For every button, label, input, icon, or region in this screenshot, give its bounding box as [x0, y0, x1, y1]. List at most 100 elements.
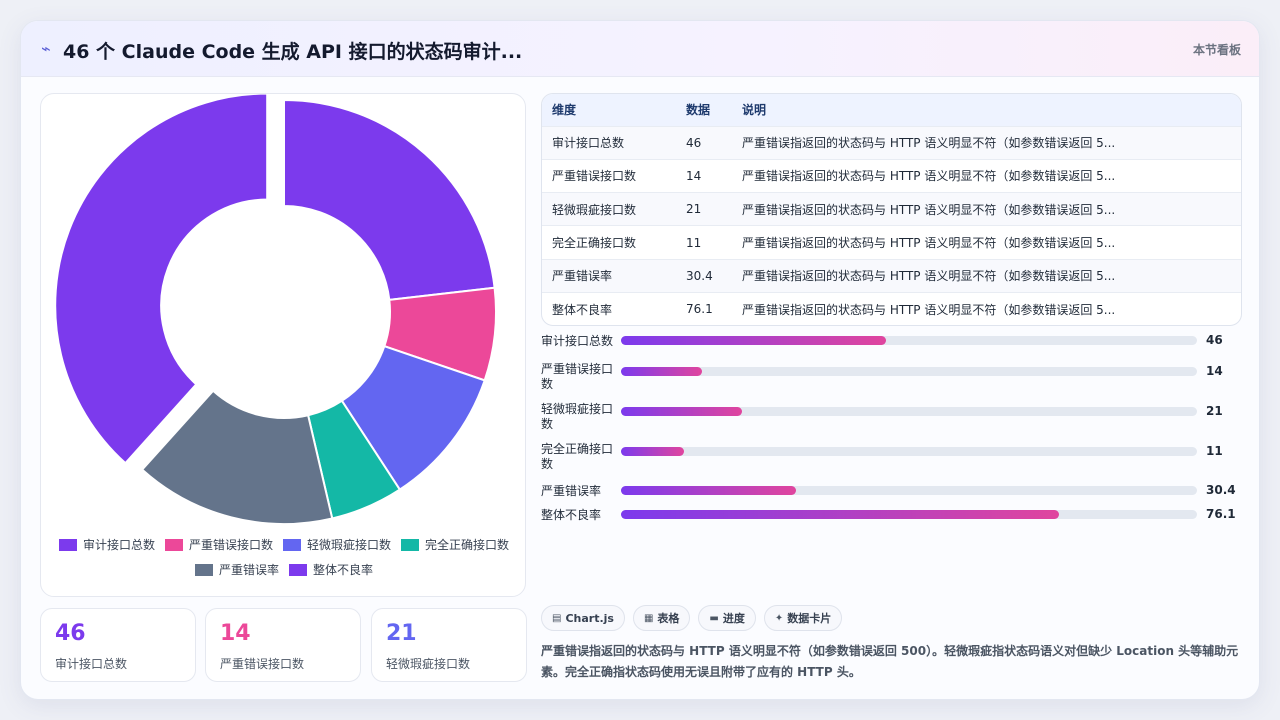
progress-fill [621, 447, 685, 456]
legend-swatch [283, 538, 301, 551]
stat-label: 轻微瑕疵接口数 [386, 657, 471, 671]
legend-swatch [58, 538, 77, 551]
board-link[interactable]: 本节看板 [1193, 41, 1241, 58]
chip-label: 进度 [722, 612, 745, 625]
progress-fill [621, 407, 742, 416]
chip-icon: ▬ [709, 612, 719, 624]
table-cell: 严重错误指返回的状态码与 HTTP 语义明显不符（如参数错误返回 5... [732, 291, 1241, 325]
table-cell: 严重错误指返回的状态码与 HTTP 语义明显不符（如参数错误返回 5... [732, 192, 1241, 226]
stat-value: 21 [386, 621, 417, 646]
progress-label: 严重错误率 [541, 484, 602, 498]
table-cell: 严重错误指返回的状态码与 HTTP 语义明显不符（如参数错误返回 5... [732, 125, 1241, 160]
progress-label: 整体不良率 [541, 508, 602, 522]
legend-item[interactable]: 完全正确接口数 [401, 536, 509, 553]
chip-label: 数据卡片 [787, 612, 832, 625]
progress-track [621, 510, 1197, 519]
progress-track [621, 407, 1197, 416]
progress-fill [621, 336, 886, 345]
stat-card-severe: 14 严重错误接口数 [205, 608, 361, 682]
stat-value: 46 [55, 621, 86, 646]
chip-icon: ▤ [552, 612, 562, 624]
chip-2[interactable]: ▬ 进度 [698, 605, 756, 631]
progress-track [621, 447, 1197, 456]
chip-0[interactable]: ▤ Chart.js [541, 605, 625, 631]
progress-value: 30.4 [1206, 483, 1236, 497]
table-cell: 严重错误指返回的状态码与 HTTP 语义明显不符（如参数错误返回 5... [732, 225, 1241, 260]
table-cell: 整体不良率 [542, 291, 676, 325]
chip-3[interactable]: ✦ 数据卡片 [763, 605, 843, 631]
table-header-cell: 维度 [542, 94, 676, 126]
progress-track [621, 486, 1197, 495]
table-cell: 轻微瑕疵接口数 [542, 192, 676, 226]
progress-value: 76.1 [1206, 507, 1236, 521]
legend-label: 审计接口总数 [82, 538, 155, 552]
legend-label: 整体不良率 [313, 563, 374, 577]
table-cell: 严重错误接口数 [542, 158, 676, 193]
table-cell: 完全正确接口数 [542, 225, 676, 260]
donut-chart [54, 94, 497, 525]
chip-label: 表格 [657, 612, 680, 625]
sparkle-icon: ⌁ [41, 39, 51, 58]
legend-item[interactable]: 整体不良率 [289, 561, 373, 578]
data-table-panel: 维度 数据 说明 审计接口总数 46 严重错误指返回的状态码与 HTTP 语义明显不… [541, 93, 1242, 326]
table-cell: 11 [676, 225, 732, 260]
legend-swatch [164, 538, 183, 551]
chip-icon: ✦ [774, 612, 784, 624]
dashboard-card: ⌁ 46 个 Claude Code 生成 API 接口的状态码审计... 本节… [20, 20, 1260, 700]
table-cell: 76.1 [676, 291, 732, 325]
table-cell: 严重错误率 [542, 258, 676, 293]
table-cell: 21 [676, 192, 732, 226]
table-row: 严重错误率 30.4 严重错误指返回的状态码与 HTTP 语义明显不符（如参数错误返… [542, 258, 1241, 293]
stat-card-minor: 21 轻微瑕疵接口数 [371, 608, 527, 682]
table-row: 审计接口总数 46 严重错误指返回的状态码与 HTTP 语义明显不符（如参数错误返回… [542, 125, 1241, 160]
table-header-cell: 数据 [676, 94, 732, 126]
footnote: 严重错误指返回的状态码与 HTTP 语义明显不符（如参数错误返回 500）。轻微… [541, 644, 1239, 679]
progress-label: 审计接口总数 [541, 334, 614, 348]
legend-item[interactable]: 审计接口总数 [58, 536, 155, 553]
legend-swatch [401, 538, 420, 551]
legend-label: 严重错误接口数 [188, 538, 273, 552]
table-cell: 严重错误指返回的状态码与 HTTP 语义明显不符（如参数错误返回 5... [732, 158, 1241, 193]
data-table: 维度 数据 说明 审计接口总数 46 严重错误指返回的状态码与 HTTP 语义明显不… [542, 94, 1241, 325]
progress-value: 21 [1206, 404, 1223, 418]
chip-1[interactable]: ▦ 表格 [632, 605, 691, 631]
legend-label: 完全正确接口数 [425, 538, 510, 552]
progress-label: 完全正确接口数 [541, 442, 614, 471]
table-body: 审计接口总数 46 严重错误指返回的状态码与 HTTP 语义明显不符（如参数错误返回… [542, 125, 1241, 325]
progress-value: 14 [1206, 364, 1223, 378]
legend-label: 轻微瑕疵接口数 [307, 538, 392, 552]
table-cell: 严重错误指返回的状态码与 HTTP 语义明显不符（如参数错误返回 5... [732, 258, 1241, 293]
table-cell: 30.4 [676, 258, 732, 293]
chip-label: Chart.js [565, 611, 614, 625]
table-cell: 审计接口总数 [542, 125, 676, 160]
progress-value: 11 [1206, 444, 1223, 458]
stat-card-total: 46 审计接口总数 [40, 608, 196, 682]
progress-fill [621, 486, 797, 495]
table-row: 完全正确接口数 11 严重错误指返回的状态码与 HTTP 语义明显不符（如参数错误返… [542, 225, 1241, 260]
page-title: 46 个 Claude Code 生成 API 接口的状态码审计... [63, 41, 523, 63]
legend-item[interactable]: 严重错误率 [194, 561, 279, 578]
table-header-cell: 说明 [732, 94, 1241, 126]
progress-track [621, 367, 1197, 376]
table-row: 整体不良率 76.1 严重错误指返回的状态码与 HTTP 语义明显不符（如参数错误返… [542, 291, 1241, 325]
legend-item[interactable]: 严重错误接口数 [164, 536, 273, 553]
table-header-row: 维度 数据 说明 [542, 94, 1241, 126]
chip-icon: ▦ [643, 612, 654, 624]
legend-item[interactable]: 轻微瑕疵接口数 [283, 536, 391, 553]
table-row: 严重错误接口数 14 严重错误指返回的状态码与 HTTP 语义明显不符（如参数错误返… [542, 158, 1241, 193]
progress-fill [621, 367, 702, 376]
donut-chart-panel: 审计接口总数 严重错误接口数 轻微瑕疵接口数 完全正确接口数严重错误率 整体不良率 [40, 93, 526, 597]
progress-value: 46 [1206, 333, 1223, 347]
donut-slice[interactable] [283, 98, 496, 301]
legend-swatch [194, 563, 213, 576]
progress-track [621, 336, 1197, 345]
progress-fill [621, 510, 1060, 519]
progress-label: 轻微瑕疵接口数 [541, 402, 614, 431]
stat-label: 严重错误接口数 [220, 657, 305, 671]
table-cell: 46 [676, 125, 732, 160]
progress-bars: 审计接口总数 46 严重错误接口数 14 轻微瑕疵接口数 21 完全正确接口数 11 严重错误率… [541, 333, 1242, 534]
stat-label: 审计接口总数 [55, 657, 128, 671]
table-cell: 14 [676, 158, 732, 193]
table-row: 轻微瑕疵接口数 21 严重错误指返回的状态码与 HTTP 语义明显不符（如参数错误返… [542, 192, 1241, 226]
card-header: ⌁ 46 个 Claude Code 生成 API 接口的状态码审计... 本节… [21, 21, 1259, 77]
